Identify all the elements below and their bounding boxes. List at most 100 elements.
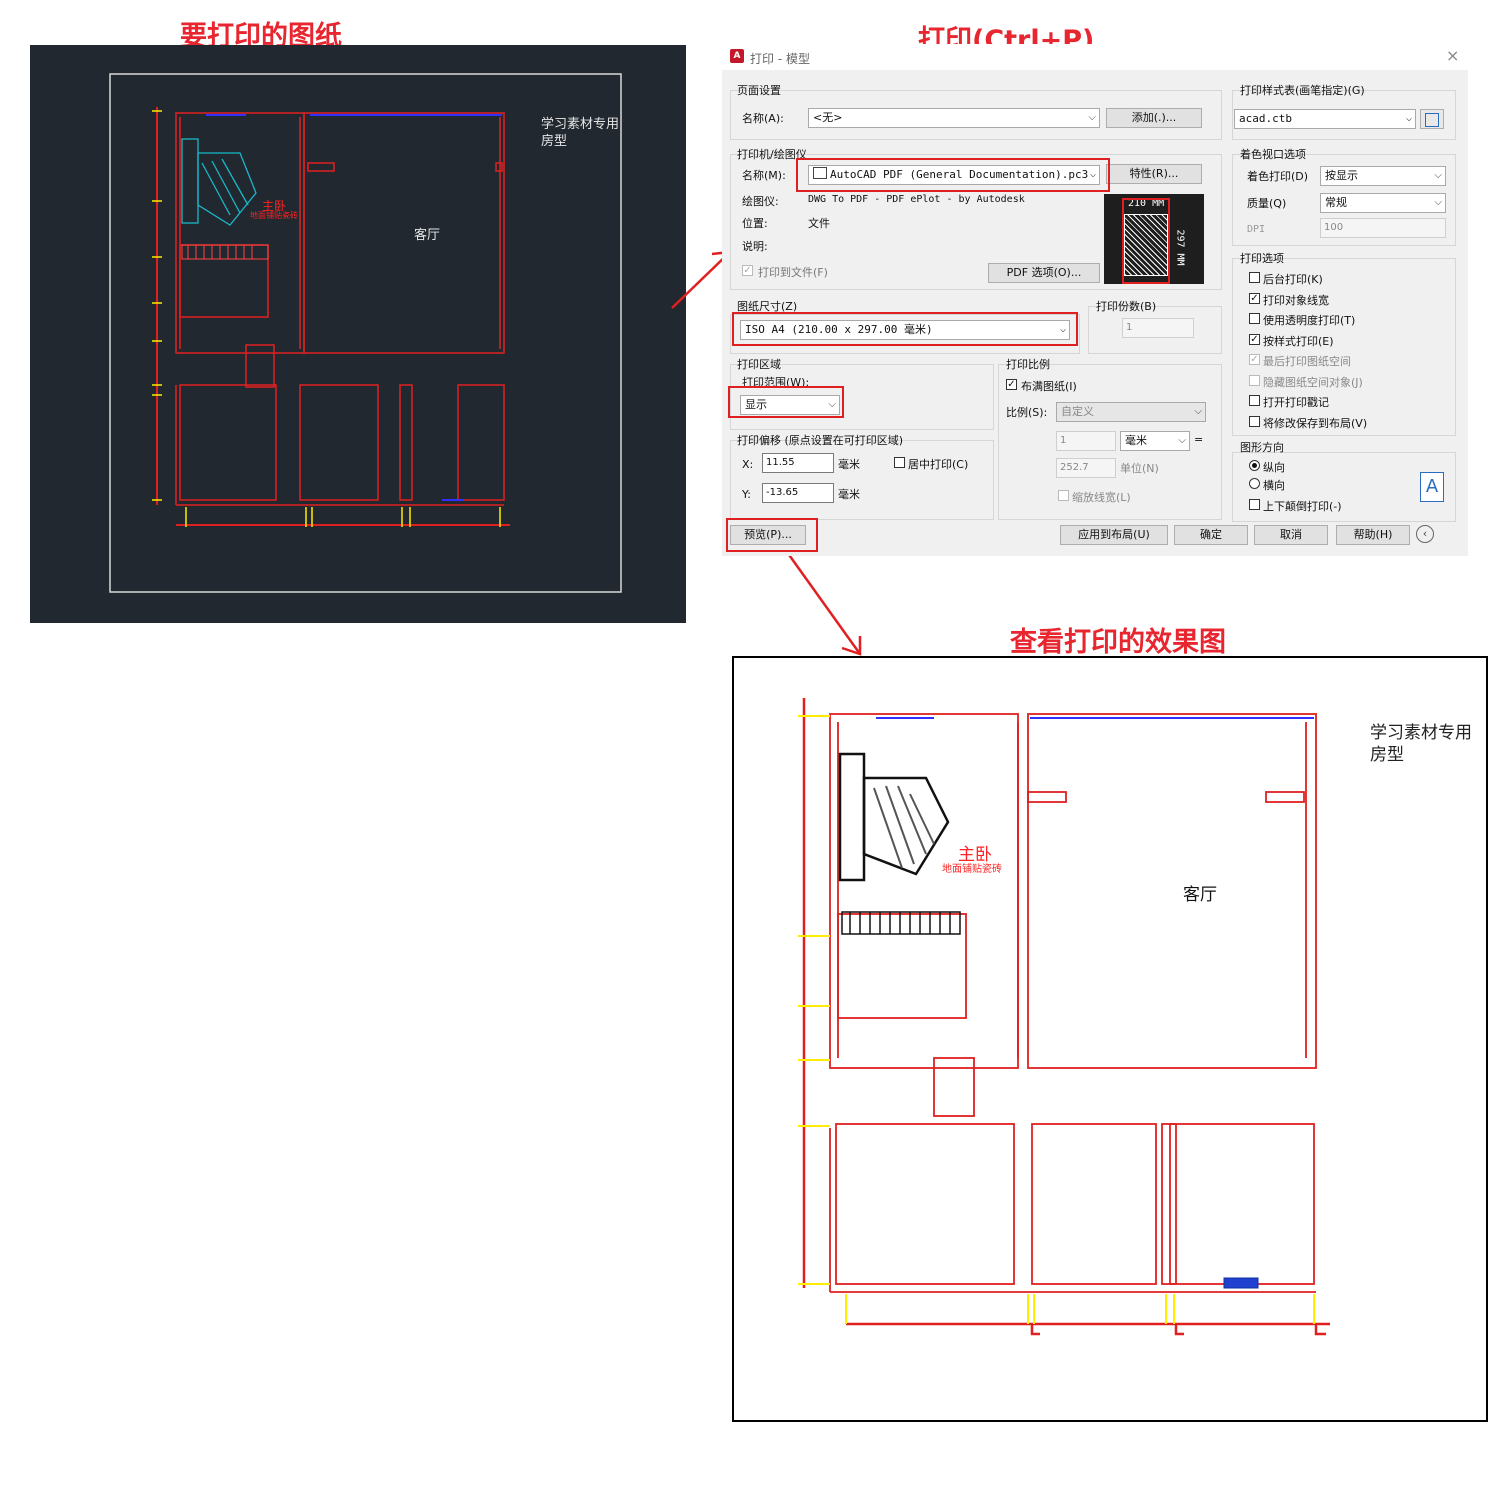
chevron-down-icon: ⌵ — [1405, 113, 1412, 124]
orientation-letter-a-icon: A — [1420, 472, 1444, 502]
quality-label: 质量(Q) — [1247, 197, 1287, 210]
quality-value: 常规 — [1325, 196, 1347, 209]
page-setup-title: 页面设置 — [737, 84, 781, 97]
center-plot-checkbox[interactable] — [894, 457, 905, 468]
copies-title: 打印份数(B) — [1096, 300, 1157, 313]
upside-down-label: 上下颠倒打印(-) — [1263, 500, 1342, 513]
preview-floorplan — [798, 698, 1330, 1336]
paper-height-label: 297 MM — [1174, 229, 1186, 266]
plot-option-checkbox[interactable] — [1249, 375, 1260, 386]
plot-option-checkbox[interactable] — [1249, 395, 1260, 406]
chevron-down-icon: ⌵ — [1434, 170, 1442, 181]
fit-to-paper-label: 布满图纸(I) — [1021, 380, 1077, 393]
pdf-options-button[interactable]: PDF 选项(O)... — [988, 263, 1100, 283]
plot-area-title: 打印区域 — [737, 358, 781, 371]
chevron-down-icon: ⌵ — [1434, 197, 1442, 208]
plot-option-label: 打印对象线宽 — [1263, 294, 1329, 307]
plot-style-select[interactable]: acad.ctb ⌵ — [1234, 109, 1416, 129]
plot-option-label: 按样式打印(E) — [1263, 335, 1334, 348]
autocad-logo-icon: A — [730, 49, 744, 63]
highlight-paper-preview — [1122, 198, 1170, 284]
highlight-preview-button — [726, 518, 818, 552]
quality-select[interactable]: 常规 ⌵ — [1320, 193, 1446, 213]
fit-to-paper-checkbox[interactable]: ✓ — [1006, 379, 1017, 390]
scale-mm-input[interactable]: 1 — [1056, 431, 1116, 451]
offset-x-unit: 毫米 — [838, 458, 860, 471]
scale-unit-select[interactable]: 毫米 ⌵ — [1120, 431, 1190, 451]
plot-option-label: 将修改保存到布局(V) — [1263, 417, 1368, 430]
page-setup-name-select[interactable]: <无> ⌵ — [808, 108, 1100, 128]
dpi-input[interactable]: 100 — [1320, 218, 1446, 238]
plot-option-checkbox[interactable]: ✓ — [1249, 293, 1260, 304]
plot-option-label: 最后打印图纸空间 — [1263, 355, 1351, 368]
printer-properties-button[interactable]: 特性(R)... — [1106, 164, 1202, 184]
plot-option-checkbox[interactable] — [1249, 272, 1260, 283]
offset-y-unit: 毫米 — [838, 488, 860, 501]
dialog-titlebar: A 打印 - 模型 × — [722, 44, 1468, 70]
edit-style-icon — [1425, 113, 1439, 127]
plot-style-table-title: 打印样式表(画笔指定)(G) — [1240, 84, 1365, 97]
location-value: 文件 — [808, 217, 830, 230]
print-preview-panel: 学习素材专用 房型 客厅 主卧 地面铺贴瓷砖 — [732, 656, 1488, 1422]
dialog-title: 打印 - 模型 — [750, 52, 810, 66]
description-label: 说明: — [742, 240, 768, 253]
scale-lineweights-label: 缩放线宽(L) — [1072, 491, 1131, 504]
plot-option-checkbox[interactable]: ✓ — [1249, 334, 1260, 345]
ok-button[interactable]: 确定 — [1174, 525, 1248, 545]
offset-y-input[interactable]: -13.65 — [762, 483, 834, 503]
collapse-chevron-left-icon[interactable]: ‹ — [1416, 525, 1434, 543]
portrait-label: 纵向 — [1263, 461, 1285, 474]
page-setup-name-value: <无> — [813, 111, 843, 124]
shade-plot-select[interactable]: 按显示 ⌵ — [1320, 166, 1446, 186]
highlight-printer-name — [796, 158, 1110, 192]
chevron-down-icon: ⌵ — [1194, 406, 1202, 417]
preview-room-living: 客厅 — [1183, 885, 1217, 905]
landscape-radio[interactable] — [1249, 478, 1260, 489]
plot-option-label: 后台打印(K) — [1263, 273, 1323, 286]
plot-option-checkbox[interactable]: ✓ — [1249, 354, 1260, 365]
plot-option-checkbox[interactable] — [1249, 313, 1260, 324]
print-dialog: A 打印 - 模型 × 页面设置 名称(A): <无> ⌵ 添加(.)... 打印… — [722, 44, 1468, 556]
help-button[interactable]: 帮助(H) — [1336, 525, 1410, 545]
cancel-button[interactable]: 取消 — [1254, 525, 1328, 545]
center-plot-label: 居中打印(C) — [908, 458, 969, 471]
shade-plot-label: 着色打印(D) — [1247, 170, 1309, 183]
upside-down-checkbox[interactable] — [1249, 499, 1260, 510]
plot-options-title: 打印选项 — [1240, 252, 1284, 265]
orientation-title: 图形方向 — [1240, 441, 1284, 454]
shade-plot-value: 按显示 — [1325, 169, 1358, 182]
landscape-label: 横向 — [1263, 479, 1285, 492]
preview-room-master-sub: 地面铺贴瓷砖 — [942, 864, 1002, 875]
apply-to-layout-button[interactable]: 应用到布局(U) — [1060, 525, 1168, 545]
scale-select[interactable]: 自定义 ⌵ — [1056, 402, 1206, 422]
plot-option-checkbox[interactable] — [1249, 416, 1260, 427]
chevron-down-icon: ⌵ — [1088, 112, 1096, 123]
scale-lineweights-checkbox[interactable] — [1058, 490, 1069, 501]
location-label: 位置: — [742, 217, 768, 230]
scale-unit-value: 毫米 — [1125, 434, 1147, 447]
shaded-viewport-title: 着色视口选项 — [1240, 148, 1306, 161]
offset-x-input[interactable]: 11.55 — [762, 453, 834, 473]
add-page-setup-button[interactable]: 添加(.)... — [1106, 108, 1202, 128]
chevron-down-icon: ⌵ — [1178, 435, 1186, 446]
scale-equals: = — [1194, 433, 1204, 446]
edit-plot-style-button[interactable] — [1420, 109, 1444, 129]
scale-value: 自定义 — [1061, 405, 1094, 418]
group-plot-offset — [730, 440, 994, 520]
print-to-file-label: 打印到文件(F) — [758, 266, 828, 279]
print-to-file-checkbox[interactable]: ✓ — [742, 265, 753, 276]
plotter-label: 绘图仪: — [742, 195, 779, 208]
printer-name-label: 名称(M): — [742, 169, 786, 182]
scale-label: 比例(S): — [1006, 406, 1048, 419]
copies-input[interactable]: 1 — [1122, 318, 1194, 338]
highlight-plot-range — [728, 386, 844, 418]
plot-offset-title: 打印偏移 (原点设置在可打印区域) — [737, 434, 904, 447]
scale-units-input[interactable]: 252.7 — [1056, 458, 1116, 478]
portrait-radio[interactable] — [1249, 460, 1260, 471]
plot-option-label: 打开打印戳记 — [1263, 396, 1329, 409]
offset-y-label: Y: — [742, 488, 751, 501]
plot-style-value: acad.ctb — [1239, 112, 1292, 125]
close-icon[interactable]: × — [1446, 46, 1459, 65]
plot-scale-title: 打印比例 — [1006, 358, 1050, 371]
preview-annotation-line2: 房型 — [1370, 745, 1404, 765]
